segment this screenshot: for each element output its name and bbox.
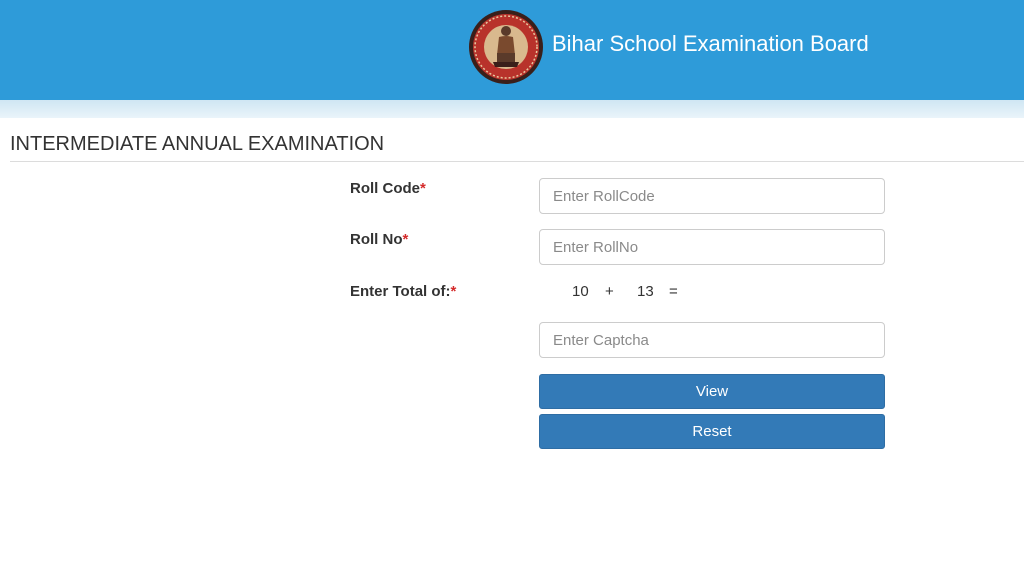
captcha-operand-b: 13 — [637, 283, 654, 300]
roll-code-label: Roll Code* — [350, 180, 426, 197]
captcha-operator: + — [605, 283, 614, 300]
roll-no-label-text: Roll No — [350, 231, 403, 248]
reset-button[interactable]: Reset — [539, 414, 885, 449]
page-title: INTERMEDIATE ANNUAL EXAMINATION — [10, 133, 385, 155]
site-header: Bihar School Examination Board — [0, 0, 1024, 100]
board-title: Bihar School Examination Board — [552, 31, 869, 56]
required-mark: * — [450, 283, 457, 300]
roll-code-label-text: Roll Code — [350, 180, 420, 197]
header-divider-strip — [0, 100, 1024, 118]
required-mark: * — [420, 180, 426, 197]
roll-no-input[interactable] — [539, 229, 885, 265]
captcha-label: Enter Total of:* — [350, 283, 456, 300]
title-divider — [10, 161, 1024, 162]
captcha-equals: = — [669, 283, 678, 300]
required-mark: * — [402, 231, 409, 248]
view-button[interactable]: View — [539, 374, 885, 409]
bseb-emblem-icon — [469, 10, 543, 84]
captcha-operand-a: 10 — [572, 283, 589, 300]
roll-no-label: Roll No* — [350, 231, 408, 248]
roll-code-input[interactable] — [539, 178, 885, 214]
captcha-label-text: Enter Total of: — [350, 283, 451, 300]
captcha-input[interactable] — [539, 322, 885, 358]
